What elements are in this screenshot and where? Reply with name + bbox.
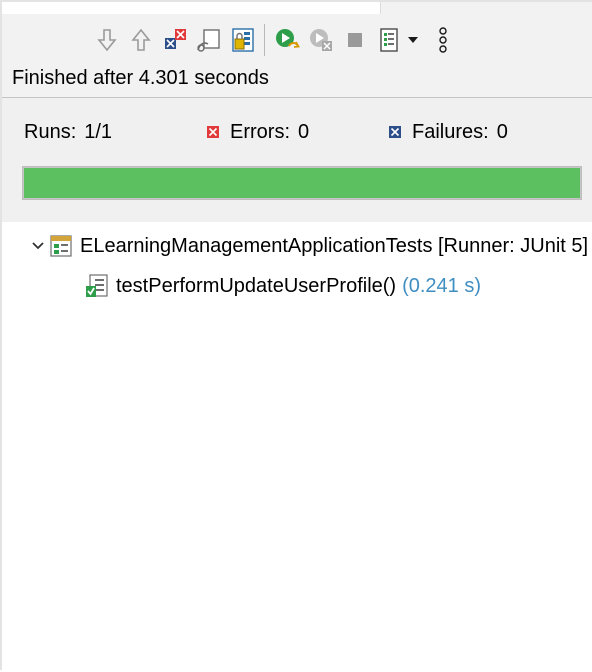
run-history-icon bbox=[380, 28, 398, 52]
failures-label: Failures: bbox=[412, 121, 489, 143]
failure-icon bbox=[389, 126, 401, 138]
arrow-down-icon bbox=[97, 29, 117, 52]
arrow-up-icon bbox=[131, 28, 151, 51]
runs-label: Runs: bbox=[24, 121, 77, 143]
error-icon bbox=[207, 126, 219, 138]
next-failure-button[interactable] bbox=[90, 20, 124, 60]
scroll-lock-icon bbox=[197, 29, 220, 52]
toolbar-separator bbox=[264, 24, 265, 56]
errors-label: Errors: bbox=[230, 121, 290, 143]
stop-icon bbox=[348, 33, 362, 47]
failures-value: 0 bbox=[496, 121, 508, 143]
runs-counter: Runs: 1/1 bbox=[24, 120, 112, 144]
rerun-failed-first-button[interactable] bbox=[304, 20, 338, 60]
status-message: Finished after 4.301 seconds bbox=[12, 67, 269, 89]
stop-button[interactable] bbox=[338, 20, 372, 60]
rerun-test-button[interactable] bbox=[270, 20, 304, 60]
tab-edge bbox=[380, 2, 592, 14]
rerun-failed-first-icon bbox=[310, 29, 332, 51]
scroll-lock-button[interactable] bbox=[192, 20, 226, 60]
test-duration: (0.241 s) bbox=[402, 274, 482, 297]
rerun-icon bbox=[276, 29, 300, 48]
progress-bar bbox=[22, 166, 582, 200]
show-failures-only-button[interactable] bbox=[158, 20, 192, 60]
errors-counter: Errors: 0 bbox=[206, 120, 309, 144]
suite-label: ELearningManagementApplicationTests [Run… bbox=[80, 234, 589, 257]
tree-row-suite[interactable]: ELearningManagementApplicationTests [Run… bbox=[28, 230, 588, 262]
progress-bar-fill bbox=[24, 168, 580, 198]
junit-toolbar bbox=[90, 20, 590, 60]
history-dropdown-button[interactable] bbox=[402, 20, 424, 60]
test-tree: ELearningManagementApplicationTests [Run… bbox=[2, 222, 592, 672]
failures-counter: Failures: 0 bbox=[388, 120, 508, 144]
history-icon bbox=[232, 28, 254, 52]
chevron-down-icon[interactable] bbox=[28, 230, 48, 262]
tree-row-test[interactable]: testPerformUpdateUserProfile() (0.241 s) bbox=[84, 270, 481, 302]
junit-view: Finished after 4.301 seconds Runs: 1/1 E… bbox=[0, 0, 592, 672]
previous-failure-button[interactable] bbox=[124, 20, 158, 60]
failures-only-icon bbox=[165, 29, 186, 49]
dropdown-triangle-icon bbox=[408, 37, 418, 43]
test-case-passed-icon bbox=[86, 274, 108, 297]
runs-value: 1/1 bbox=[84, 121, 113, 143]
test-label: testPerformUpdateUserProfile() bbox=[116, 274, 397, 297]
counter-panel: Runs: 1/1 Errors: 0 Failures: 0 bbox=[2, 98, 592, 222]
test-run-history-button[interactable] bbox=[372, 20, 406, 60]
junit-toolbar-area: Finished after 4.301 seconds bbox=[2, 2, 592, 97]
test-suite-passed-icon bbox=[50, 235, 72, 257]
errors-value: 0 bbox=[298, 121, 310, 143]
view-menu-button[interactable] bbox=[428, 20, 458, 60]
history-button[interactable] bbox=[226, 20, 260, 60]
vertical-ellipsis-icon bbox=[439, 27, 447, 53]
top-strip bbox=[2, 2, 592, 14]
